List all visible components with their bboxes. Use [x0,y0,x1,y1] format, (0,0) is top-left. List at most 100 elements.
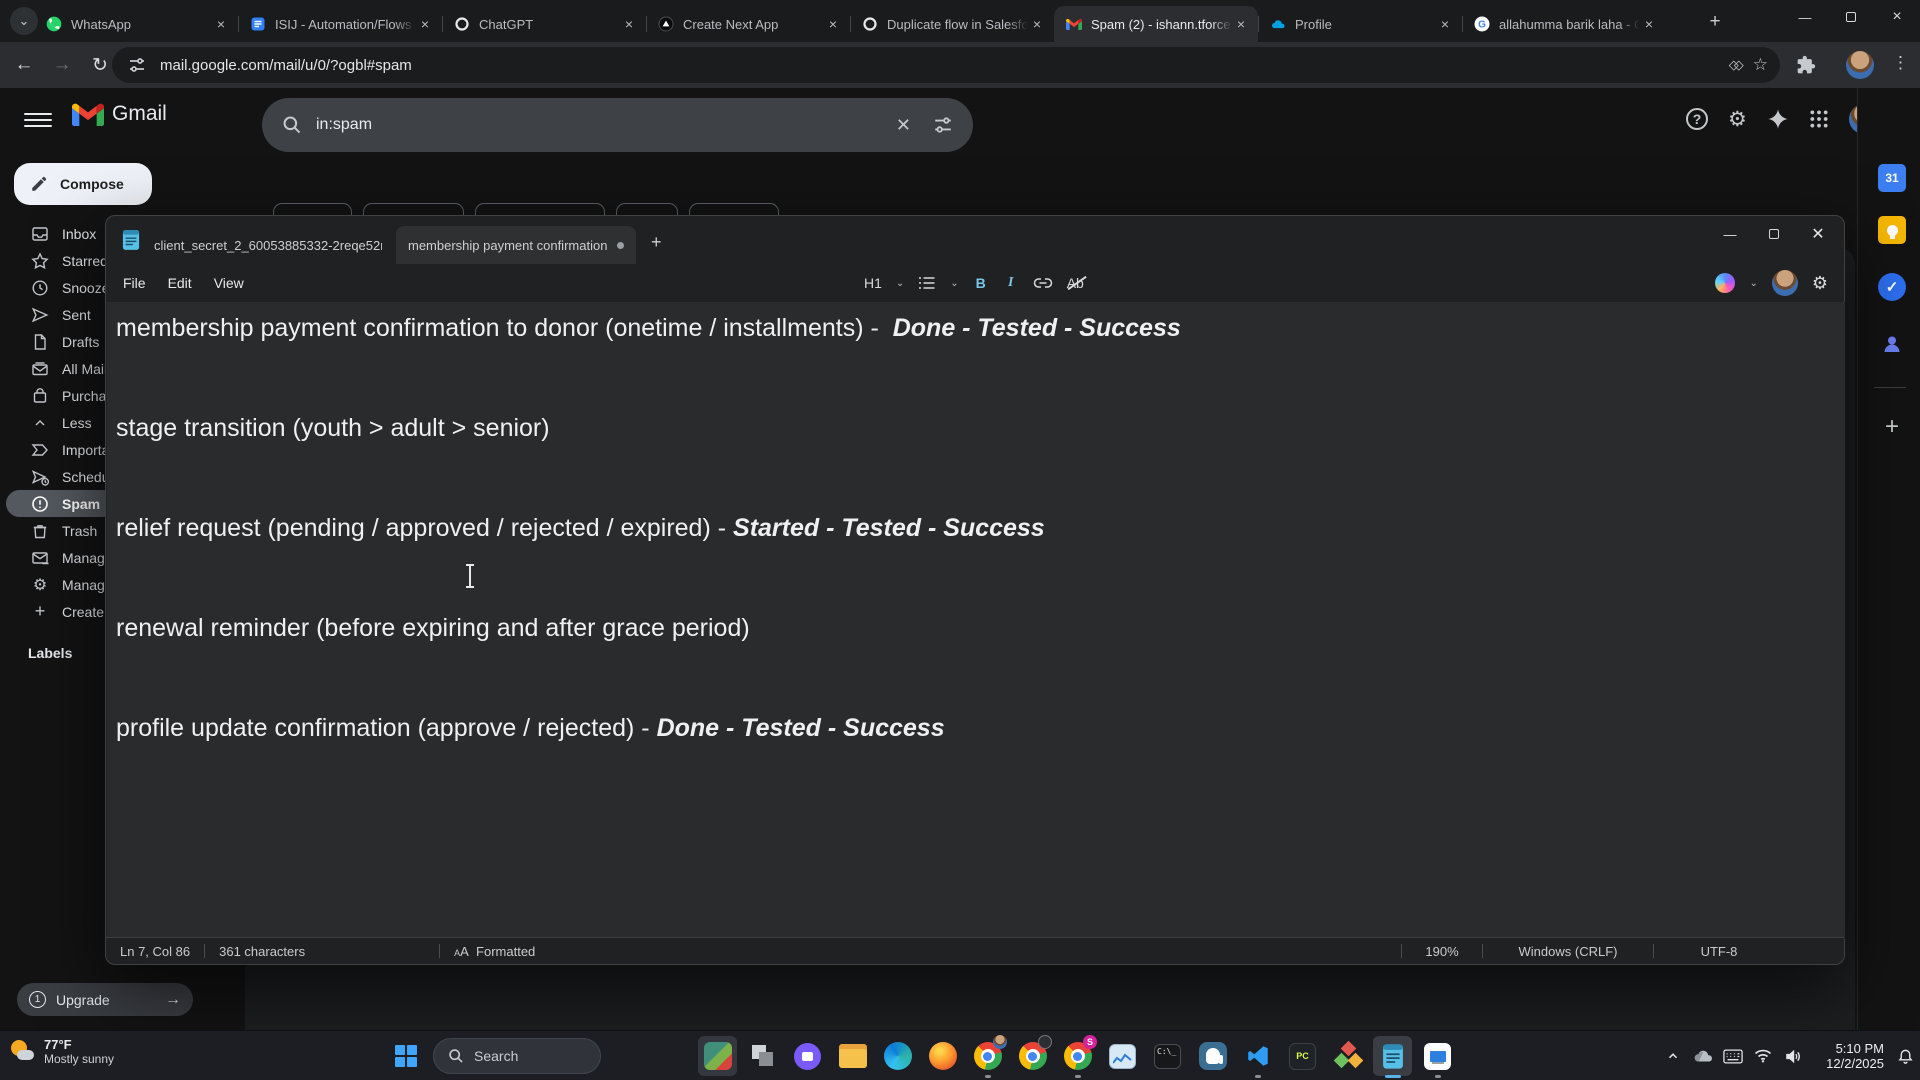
tray-chevron-up-icon[interactable] [1658,1031,1688,1080]
firefox-browser-icon[interactable] [920,1034,965,1078]
minimize-button[interactable]: — [1708,218,1752,250]
taskbar-clock[interactable]: 5:10 PM 12/2/2025 [1814,1041,1884,1071]
search-icon[interactable] [282,115,302,135]
minimize-button[interactable]: — [1782,0,1828,34]
tab-close-icon[interactable]: × [1640,15,1658,33]
reading-mode-icon[interactable]: ◇◇ [1729,57,1744,73]
new-tab-button[interactable]: + [1702,9,1728,35]
chrome-profile3-icon[interactable]: S [1055,1034,1100,1078]
zoom-level[interactable]: 190% [1402,944,1482,959]
notepad-new-tab-button[interactable]: + [651,232,662,253]
notepad-settings-gear-icon[interactable]: ⚙ [1812,273,1828,294]
chevron-down-icon[interactable]: ⌄ [896,278,904,289]
italic-button[interactable]: I [1003,275,1019,291]
tasks-icon[interactable]: ✓ [1878,273,1906,301]
tab-close-icon[interactable]: × [1028,15,1046,33]
chevron-down-icon[interactable]: ⌄ [950,278,958,289]
list-dropdown[interactable] [918,275,936,291]
taskbar-search[interactable]: Search [433,1038,601,1074]
browser-tab-gmail-spam[interactable]: Spam (2) - ishann.tforce@ × [1054,6,1258,42]
diamonds-app-icon[interactable] [1325,1034,1370,1078]
wifi-icon[interactable] [1748,1031,1778,1080]
tab-close-icon[interactable]: × [824,15,842,33]
touch-keyboard-icon[interactable] [1718,1031,1748,1080]
browser-profile-avatar[interactable] [1846,51,1874,79]
tab-close-icon[interactable]: × [1436,15,1454,33]
notepad-taskbar-icon[interactable] [1370,1034,1415,1078]
chrome-profile1-icon[interactable] [965,1034,1010,1078]
formatted-indicator[interactable]: AA Formatted [440,944,549,959]
menu-edit[interactable]: Edit [157,275,203,291]
clipboard-app-icon[interactable] [740,1034,785,1078]
tab-close-icon[interactable]: × [620,15,638,33]
line-ending[interactable]: Windows (CRLF) [1483,944,1653,959]
extensions-puzzle-icon[interactable] [1796,55,1816,75]
start-button[interactable] [395,1045,417,1067]
video-app-icon[interactable] [785,1034,830,1078]
search-options-icon[interactable] [933,115,953,135]
pinned-app-icon[interactable] [695,1034,740,1078]
notepad-tab-client-secret[interactable]: client_secret_2_60053885332-2reqe52rribe [142,226,394,264]
taskpro-app-icon[interactable] [1415,1034,1460,1078]
forward-button[interactable]: → [48,51,76,79]
compose-button[interactable]: Compose [14,163,152,205]
browser-tab-google-search[interactable]: G allahumma barik laha - G × [1462,6,1666,42]
address-bar[interactable]: mail.google.com/mail/u/0/?ogbl#spam ◇◇ ☆ [112,47,1780,83]
contacts-icon[interactable] [1878,330,1906,358]
close-button[interactable]: ✕ [1796,218,1840,250]
browser-tab-salesforce-profile[interactable]: Profile × [1258,6,1462,42]
edge-browser-icon[interactable] [875,1034,920,1078]
weather-widget[interactable]: 77°F Mostly sunny [10,1037,114,1067]
encoding[interactable]: UTF-8 [1654,944,1784,959]
notepad-account-avatar[interactable] [1771,270,1798,296]
copilot-icon[interactable] [1715,273,1736,293]
back-button[interactable]: ← [10,51,38,79]
reload-button[interactable]: ↻ [86,51,114,79]
upgrade-button[interactable]: 1 Upgrade → [17,983,193,1016]
google-apps-grid-icon[interactable] [1809,109,1829,129]
gmail-search-bar[interactable]: in:spam ✕ [262,98,973,152]
maximize-button[interactable] [1752,218,1796,250]
onedrive-icon[interactable] [1688,1031,1718,1080]
tab-close-icon[interactable]: × [416,15,434,33]
browser-tab-next-app[interactable]: Create Next App × [646,6,850,42]
bookmark-star-icon[interactable]: ☆ [1753,55,1768,75]
help-icon[interactable]: ? [1686,108,1708,130]
notifications-bell-icon[interactable] [1890,1031,1920,1080]
terminal-icon[interactable]: C:\_ [1145,1034,1190,1078]
heading-style-dropdown[interactable]: H1 [864,275,882,291]
vscode-icon[interactable] [1235,1034,1280,1078]
menu-file[interactable]: File [112,275,157,291]
search-input[interactable]: in:spam [316,116,896,134]
sidebar-item-spam[interactable]: Spam [6,490,116,517]
gemini-sparkle-icon[interactable] [1767,108,1789,130]
link-icon[interactable] [1033,275,1053,291]
bold-button[interactable]: B [973,275,989,291]
notepad-editor[interactable]: membership payment confirmation to donor… [107,302,1845,939]
calendar-icon[interactable]: 31 [1878,164,1906,192]
browser-tab-isij[interactable]: ISIJ - Automation/Flows S × [238,6,442,42]
file-explorer-icon[interactable] [830,1034,875,1078]
keep-icon[interactable] [1878,216,1906,244]
restore-button[interactable] [1828,0,1874,34]
chevron-down-icon[interactable]: ⌄ [1749,278,1757,289]
chrome-profile2-icon[interactable] [1010,1034,1055,1078]
notepad-tab-membership[interactable]: membership payment confirmation [396,226,636,264]
browser-tab-chatgpt[interactable]: ChatGPT × [442,6,646,42]
postgresql-icon[interactable] [1190,1034,1235,1078]
browser-tab-salesforce-chat[interactable]: Duplicate flow in Salesforc × [850,6,1054,42]
clear-search-icon[interactable]: ✕ [896,115,911,136]
tab-close-icon[interactable]: × [212,15,230,33]
site-info-icon[interactable] [128,56,146,74]
pycharm-icon[interactable]: PC [1280,1034,1325,1078]
settings-gear-icon[interactable]: ⚙ [1728,107,1747,132]
url-text[interactable]: mail.google.com/mail/u/0/?ogbl#spam [160,57,412,74]
menu-view[interactable]: View [203,275,255,291]
clear-formatting-icon[interactable]: Ab [1067,275,1087,291]
tab-close-icon[interactable]: × [1232,15,1250,33]
task-manager-icon[interactable] [1100,1034,1145,1078]
browser-menu-icon[interactable]: ⋮ [1892,53,1909,73]
get-addons-icon[interactable]: + [1878,413,1906,441]
volume-icon[interactable] [1778,1031,1808,1080]
main-menu-icon[interactable] [24,106,52,134]
